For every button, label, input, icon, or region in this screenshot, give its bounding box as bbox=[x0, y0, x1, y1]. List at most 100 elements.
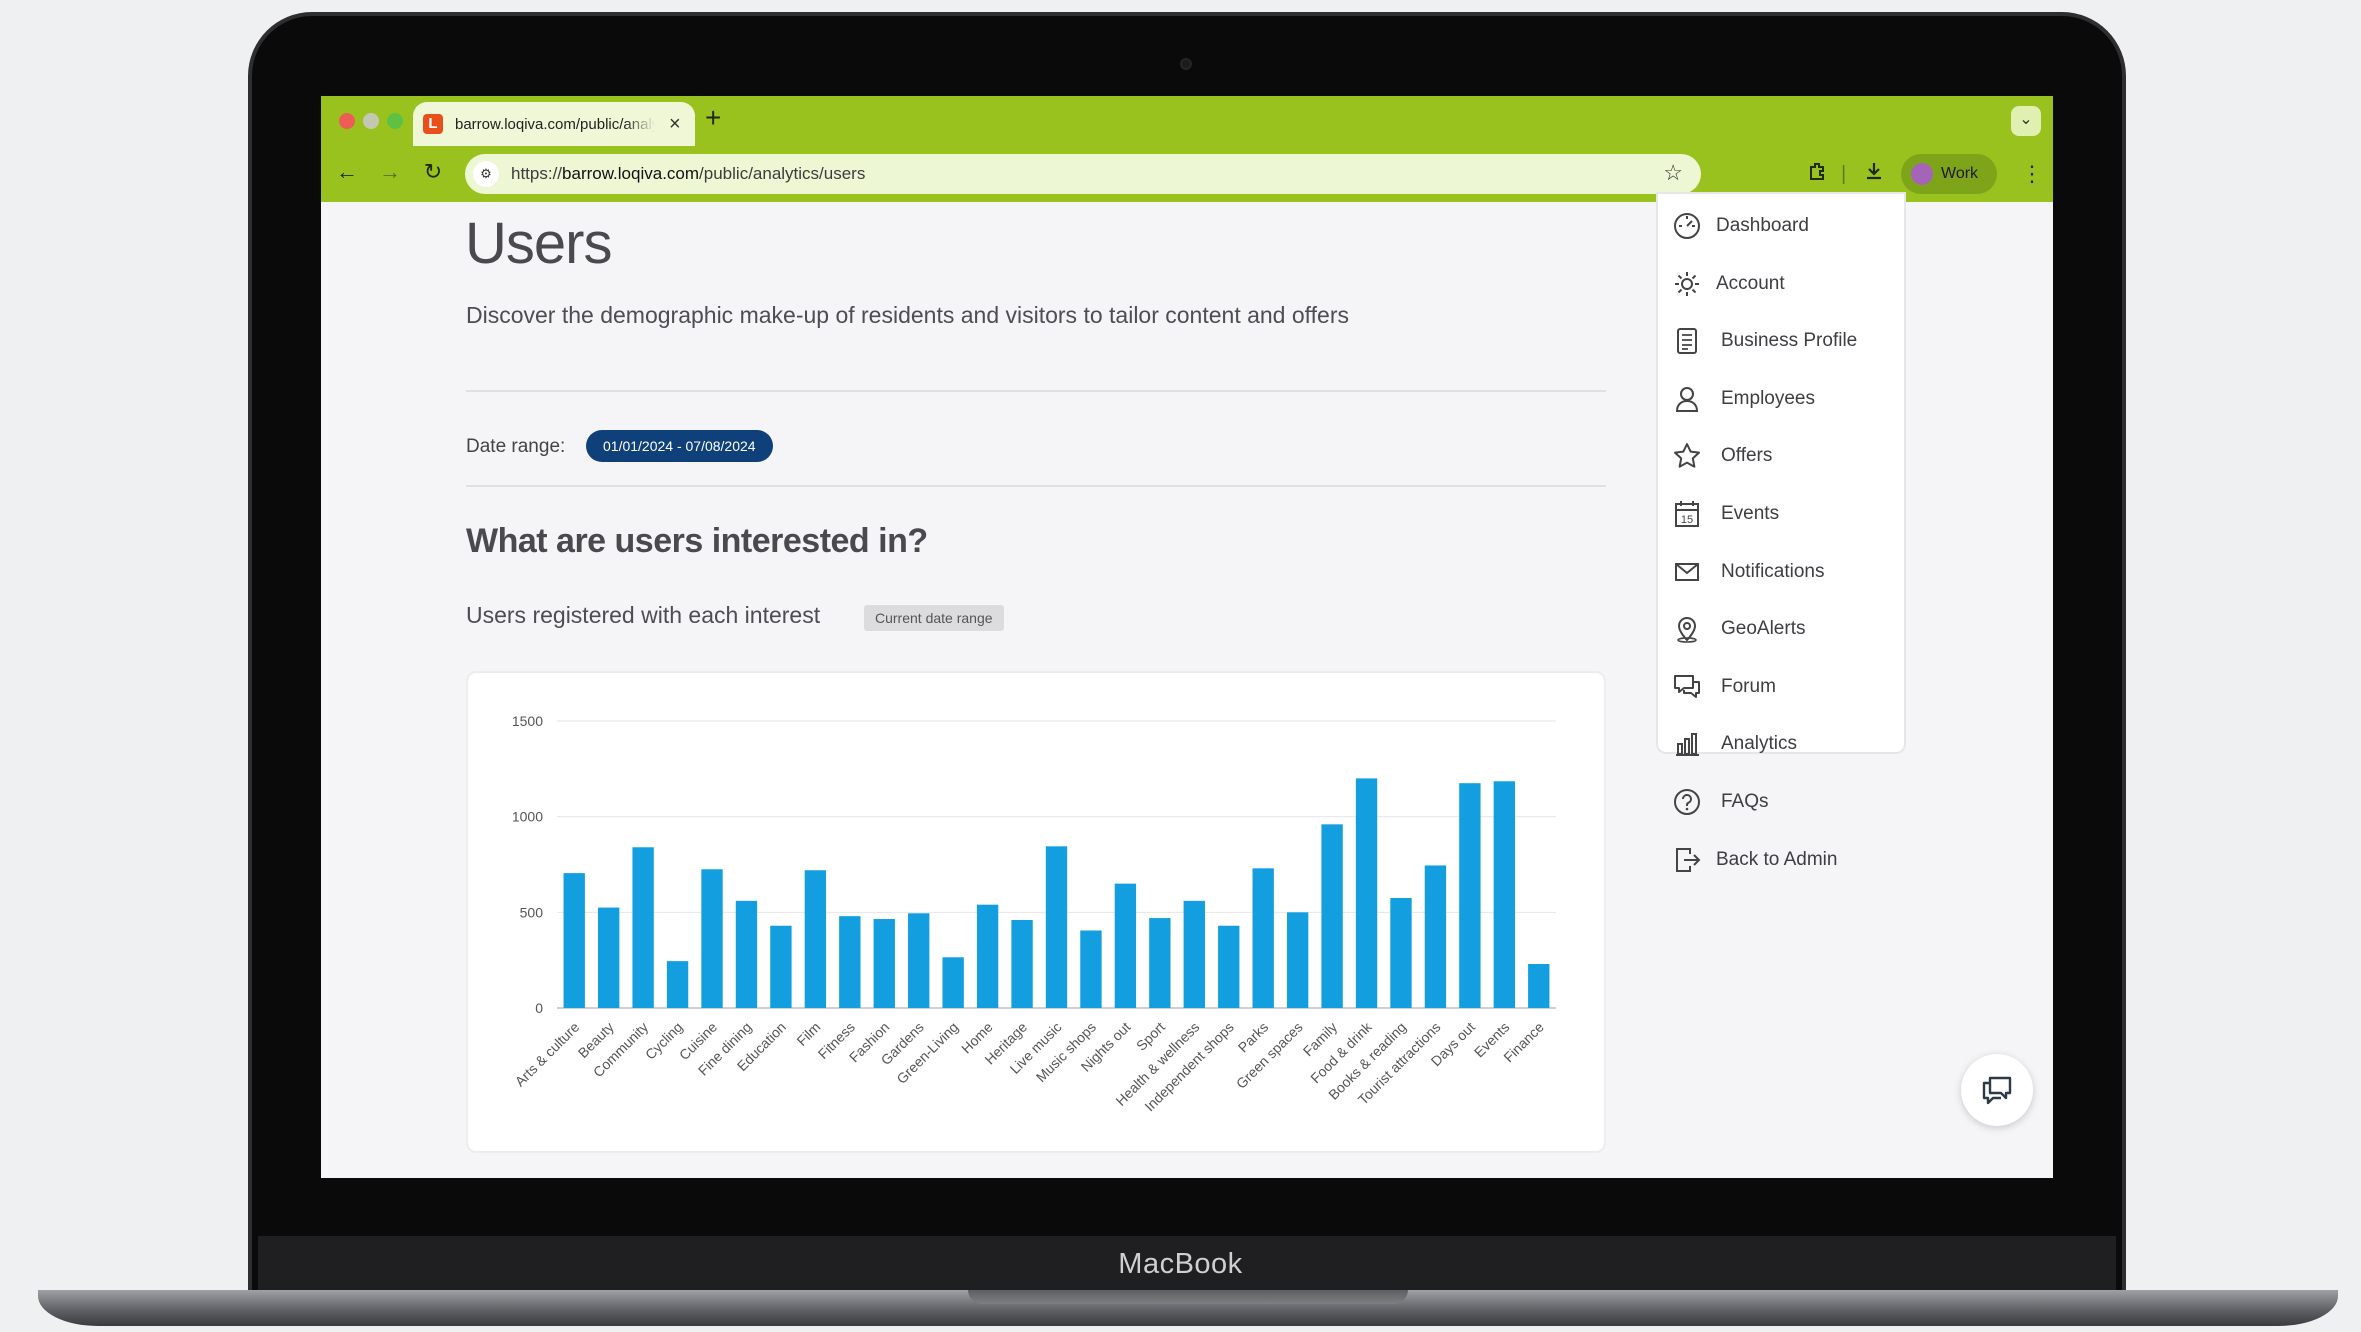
bar bbox=[701, 869, 723, 1008]
close-window-button[interactable] bbox=[339, 113, 355, 129]
menu-item-label: GeoAlerts bbox=[1721, 618, 1806, 640]
bar bbox=[1011, 919, 1033, 1008]
avatar bbox=[1911, 163, 1933, 185]
site-info-icon[interactable]: ⚙ bbox=[473, 161, 499, 187]
profile-button[interactable]: Work bbox=[1901, 154, 1997, 194]
menu-item-analytics[interactable]: Analytics bbox=[1658, 722, 1908, 766]
divider bbox=[466, 485, 1606, 487]
y-tick-label: 1000 bbox=[512, 809, 543, 825]
download-icon[interactable] bbox=[1863, 160, 1885, 190]
y-tick-label: 500 bbox=[520, 904, 544, 920]
bar bbox=[1080, 930, 1102, 1008]
y-tick-label: 1500 bbox=[512, 713, 543, 729]
gear-icon bbox=[1675, 271, 1699, 296]
page-content: Users Discover the demographic make-up o… bbox=[321, 192, 2053, 1178]
chart-caption: Users registered with each interest bbox=[466, 602, 821, 628]
browser-menu-icon[interactable]: ⋮ bbox=[2021, 160, 2043, 188]
profile-card-icon bbox=[1677, 328, 1697, 355]
interest-bar-chart: 050010001500Arts & cultureBeautyCommunit… bbox=[512, 713, 1556, 1114]
bar bbox=[1183, 900, 1205, 1008]
browser-tab[interactable]: L barrow.loqiva.com/public/analytics/use… bbox=[413, 102, 695, 146]
calendar-day-label: 15 bbox=[1681, 514, 1693, 526]
menu-item-events[interactable]: 15 Events bbox=[1658, 492, 1908, 536]
map-pin-icon bbox=[1677, 617, 1697, 643]
menu-item-label: Analytics bbox=[1721, 733, 1798, 755]
date-range-label: Date range: bbox=[466, 436, 566, 457]
bar bbox=[563, 873, 585, 1008]
menu-item-geoalerts[interactable]: GeoAlerts bbox=[1658, 607, 1908, 651]
menu-item-dashboard[interactable]: Dashboard bbox=[1658, 204, 1908, 248]
page-subtitle: Discover the demographic make-up of resi… bbox=[466, 302, 1349, 328]
bar bbox=[632, 847, 654, 1008]
bar bbox=[1390, 897, 1412, 1008]
webcam bbox=[1180, 58, 1192, 70]
site-favicon: L bbox=[423, 114, 443, 134]
minimize-window-button[interactable] bbox=[363, 113, 379, 129]
screen: L barrow.loqiva.com/public/analytics/use… bbox=[321, 96, 2053, 1178]
bar bbox=[597, 907, 620, 1008]
toolbar-divider: | bbox=[1841, 163, 1847, 185]
laptop-brand: MacBook bbox=[1118, 1248, 1243, 1280]
close-tab-icon[interactable]: × bbox=[669, 114, 681, 134]
question-icon bbox=[1674, 789, 1700, 815]
chat-icon bbox=[1982, 1076, 2012, 1105]
star-icon bbox=[1674, 443, 1700, 469]
bar bbox=[1114, 883, 1137, 1008]
bar bbox=[1528, 963, 1550, 1008]
menu-item-label: Forum bbox=[1721, 675, 1776, 697]
x-tick-label: Film bbox=[793, 1019, 823, 1049]
y-tick-label: 0 bbox=[535, 1000, 543, 1016]
menu-item-label: Dashboard bbox=[1716, 215, 1809, 236]
tab-strip: L barrow.loqiva.com/public/analytics/use… bbox=[321, 96, 2053, 146]
new-tab-icon[interactable]: + bbox=[705, 104, 721, 132]
bar bbox=[873, 919, 895, 1008]
date-range-picker[interactable]: 01/01/2024 - 07/08/2024 bbox=[586, 430, 773, 462]
menu-item-label: Account bbox=[1716, 272, 1785, 294]
bar bbox=[1218, 925, 1240, 1008]
bar bbox=[1459, 783, 1481, 1008]
menu-item-faqs[interactable]: FAQs bbox=[1658, 780, 1908, 824]
date-range-badge: Current date range bbox=[864, 605, 1004, 631]
menu-item-label: Business Profile bbox=[1721, 330, 1858, 352]
bar bbox=[1286, 912, 1309, 1008]
chat-button[interactable] bbox=[1961, 1054, 2033, 1126]
address-bar[interactable]: ⚙ https://barrow.loqiva.com/public/analy… bbox=[465, 154, 1701, 194]
envelope-icon bbox=[1675, 562, 1699, 581]
maximize-window-button[interactable] bbox=[387, 113, 403, 129]
divider bbox=[466, 390, 1606, 392]
section-heading: What are users interested in? bbox=[466, 522, 928, 560]
menu-item-offers[interactable]: Offers bbox=[1658, 434, 1908, 478]
bar bbox=[1149, 918, 1171, 1008]
bar bbox=[942, 957, 964, 1008]
tab-search-icon[interactable]: ⌄ bbox=[2011, 106, 2041, 136]
forward-icon[interactable]: → bbox=[376, 158, 404, 186]
menu-item-account[interactable]: Account bbox=[1658, 262, 1908, 306]
menu-item-label: Offers bbox=[1721, 445, 1773, 467]
back-icon[interactable]: ← bbox=[333, 158, 361, 186]
bar bbox=[908, 913, 930, 1008]
bar bbox=[1355, 778, 1378, 1008]
menu-item-label: Notifications bbox=[1721, 560, 1825, 582]
menu-item-employees[interactable]: Employees bbox=[1658, 377, 1908, 421]
bar bbox=[804, 870, 827, 1008]
menu-item-notifications[interactable]: Notifications bbox=[1658, 550, 1908, 594]
bar bbox=[666, 961, 689, 1008]
menu-item-label: Employees bbox=[1721, 387, 1815, 409]
bar bbox=[976, 904, 999, 1008]
bar bbox=[1045, 846, 1068, 1008]
menu-item-business-profile[interactable]: Business Profile bbox=[1658, 319, 1908, 363]
calendar-icon: 15 bbox=[1675, 501, 1699, 527]
menu-item-back-to-admin[interactable]: Back to Admin bbox=[1658, 838, 1908, 882]
reload-icon[interactable]: ↻ bbox=[419, 158, 447, 186]
bookmark-star-icon[interactable]: ☆ bbox=[1663, 160, 1683, 186]
bar bbox=[1493, 781, 1516, 1008]
bar bbox=[770, 925, 792, 1008]
chat-bubbles-icon bbox=[1674, 674, 1700, 698]
page-title: Users bbox=[465, 211, 612, 276]
interest-chart-card: 0 500 1000 1500 Arts & culture Beauty Communit… bbox=[466, 671, 1606, 1153]
extensions-icon[interactable] bbox=[1807, 160, 1829, 190]
dashboard-icon bbox=[1674, 213, 1700, 239]
menu-item-forum[interactable]: Forum bbox=[1658, 665, 1908, 709]
exit-icon bbox=[1676, 847, 1701, 872]
menu-item-label: FAQs bbox=[1721, 791, 1769, 812]
